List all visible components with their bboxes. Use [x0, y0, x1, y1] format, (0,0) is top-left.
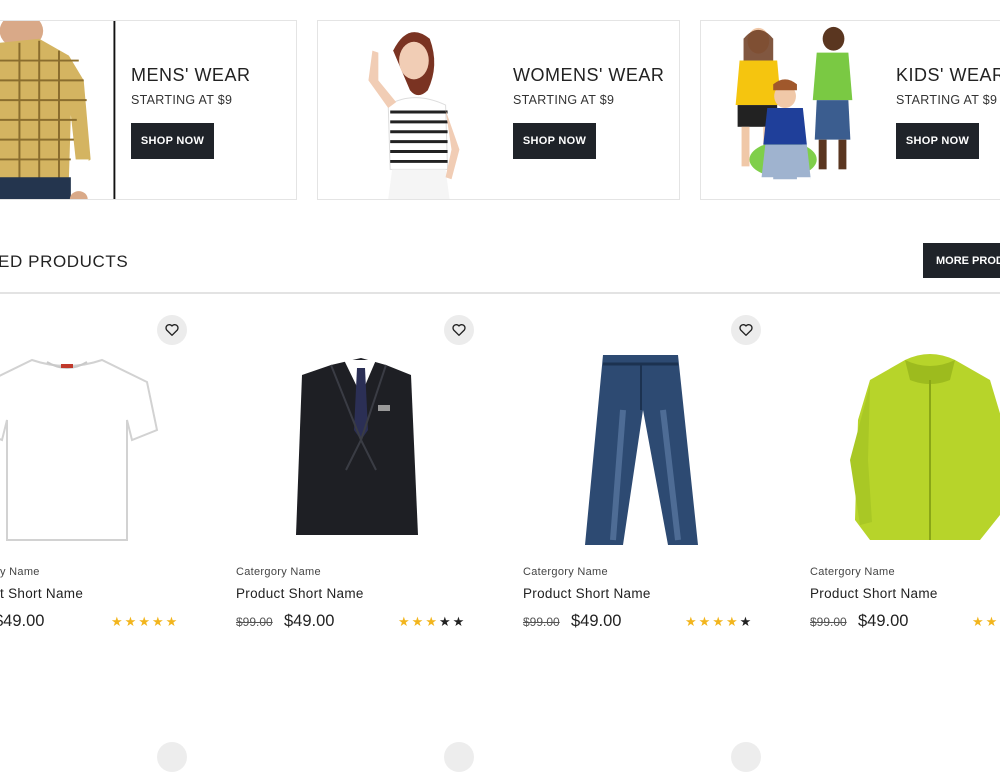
- star-icon: ★: [739, 614, 754, 629]
- shop-now-button[interactable]: SHOP NOW: [896, 123, 979, 159]
- rating-stars: ★★★★★: [398, 614, 466, 630]
- star-icon: ★: [124, 614, 139, 629]
- shop-now-button[interactable]: SHOP NOW: [131, 123, 214, 159]
- star-icon: ★: [452, 614, 467, 629]
- shop-now-button[interactable]: SHOP NOW: [513, 123, 596, 159]
- next-row-wishlist-button: [157, 742, 187, 772]
- banner-womens: WOMENS' WEAR STARTING AT $9 SHOP NOW: [317, 20, 680, 200]
- mens-model-image: [0, 21, 116, 199]
- star-icon: ★: [972, 614, 986, 629]
- section-title: ED PRODUCTS: [0, 252, 129, 271]
- product-old-price: $99.00: [236, 615, 273, 629]
- next-row-wishlist-button: [731, 742, 761, 772]
- suit-image: [296, 358, 418, 535]
- star-icon: ★: [165, 614, 180, 629]
- product-category: Catergory Name: [523, 566, 608, 578]
- wishlist-button[interactable]: [157, 315, 187, 345]
- star-icon: ★: [411, 614, 426, 629]
- wishlist-button[interactable]: [444, 315, 474, 345]
- star-icon: ★: [438, 614, 453, 629]
- product-category: Catergory Name: [236, 566, 321, 578]
- banner-title: WOMENS' WEAR: [513, 65, 665, 85]
- product-name[interactable]: Product Short Name: [523, 586, 651, 601]
- rating-stars: ★★★★★: [685, 614, 753, 630]
- product-name[interactable]: t Short Name: [0, 586, 83, 601]
- kids-model-image: [735, 26, 853, 192]
- product-old-price: $99.00: [810, 615, 847, 629]
- banner-title: MENS' WEAR: [131, 65, 251, 85]
- star-icon: ★: [712, 614, 726, 629]
- banner-subtitle: STARTING AT $9: [131, 93, 233, 107]
- banner-title: KIDS' WEAR: [896, 65, 1000, 85]
- product-category: Catergory Name: [810, 566, 895, 578]
- jeans-image: [585, 355, 698, 545]
- star-icon: ★: [425, 614, 439, 629]
- product-old-price: $99.00: [523, 615, 560, 629]
- product-name[interactable]: Product Short Name: [810, 586, 938, 601]
- product-name[interactable]: Product Short Name: [236, 586, 364, 601]
- product-card[interactable]: Catergory Name Product Short Name $99.00…: [523, 300, 773, 640]
- next-row-wishlist-button: [444, 742, 474, 772]
- banner-subtitle: STARTING AT $9: [513, 93, 615, 107]
- heart-icon: [165, 324, 179, 336]
- section-divider: [0, 292, 1000, 294]
- product-price: $49.00: [571, 612, 622, 630]
- star-icon: ★: [985, 614, 1000, 629]
- product-card[interactable]: y Name t Short Name $49.00 ★★★★★: [0, 300, 187, 640]
- star-icon: ★: [725, 614, 740, 629]
- star-icon: ★: [398, 614, 412, 629]
- tshirt-image: [0, 358, 159, 541]
- product-price: $49.00: [284, 612, 335, 630]
- more-products-button[interactable]: MORE PRODU: [923, 243, 1000, 278]
- product-card[interactable]: Catergory Name Product Short Name $99.00…: [236, 300, 486, 640]
- banner-subtitle: STARTING AT $9: [896, 93, 998, 107]
- product-category: y Name: [0, 566, 40, 578]
- product-card[interactable]: Catergory Name Product Short Name $99.00…: [810, 300, 1000, 640]
- wishlist-button[interactable]: [731, 315, 761, 345]
- heart-icon: [452, 324, 466, 336]
- womens-model-image: [368, 32, 460, 199]
- jacket-image: [850, 354, 1000, 540]
- star-icon: ★: [151, 614, 166, 629]
- product-price: $49.00: [858, 612, 909, 630]
- star-icon: ★: [111, 614, 125, 629]
- star-icon: ★: [685, 614, 699, 629]
- star-icon: ★: [138, 614, 152, 629]
- rating-stars: ★★: [972, 614, 999, 630]
- star-icon: ★: [698, 614, 713, 629]
- product-price: $49.00: [0, 612, 45, 630]
- banner-mens: MENS' WEAR STARTING AT $9 SHOP NOW: [0, 20, 297, 200]
- banner-kids: KIDS' WEAR STARTING AT $9 SHOP NOW: [700, 20, 1000, 200]
- heart-icon: [739, 324, 753, 336]
- rating-stars: ★★★★★: [111, 614, 179, 630]
